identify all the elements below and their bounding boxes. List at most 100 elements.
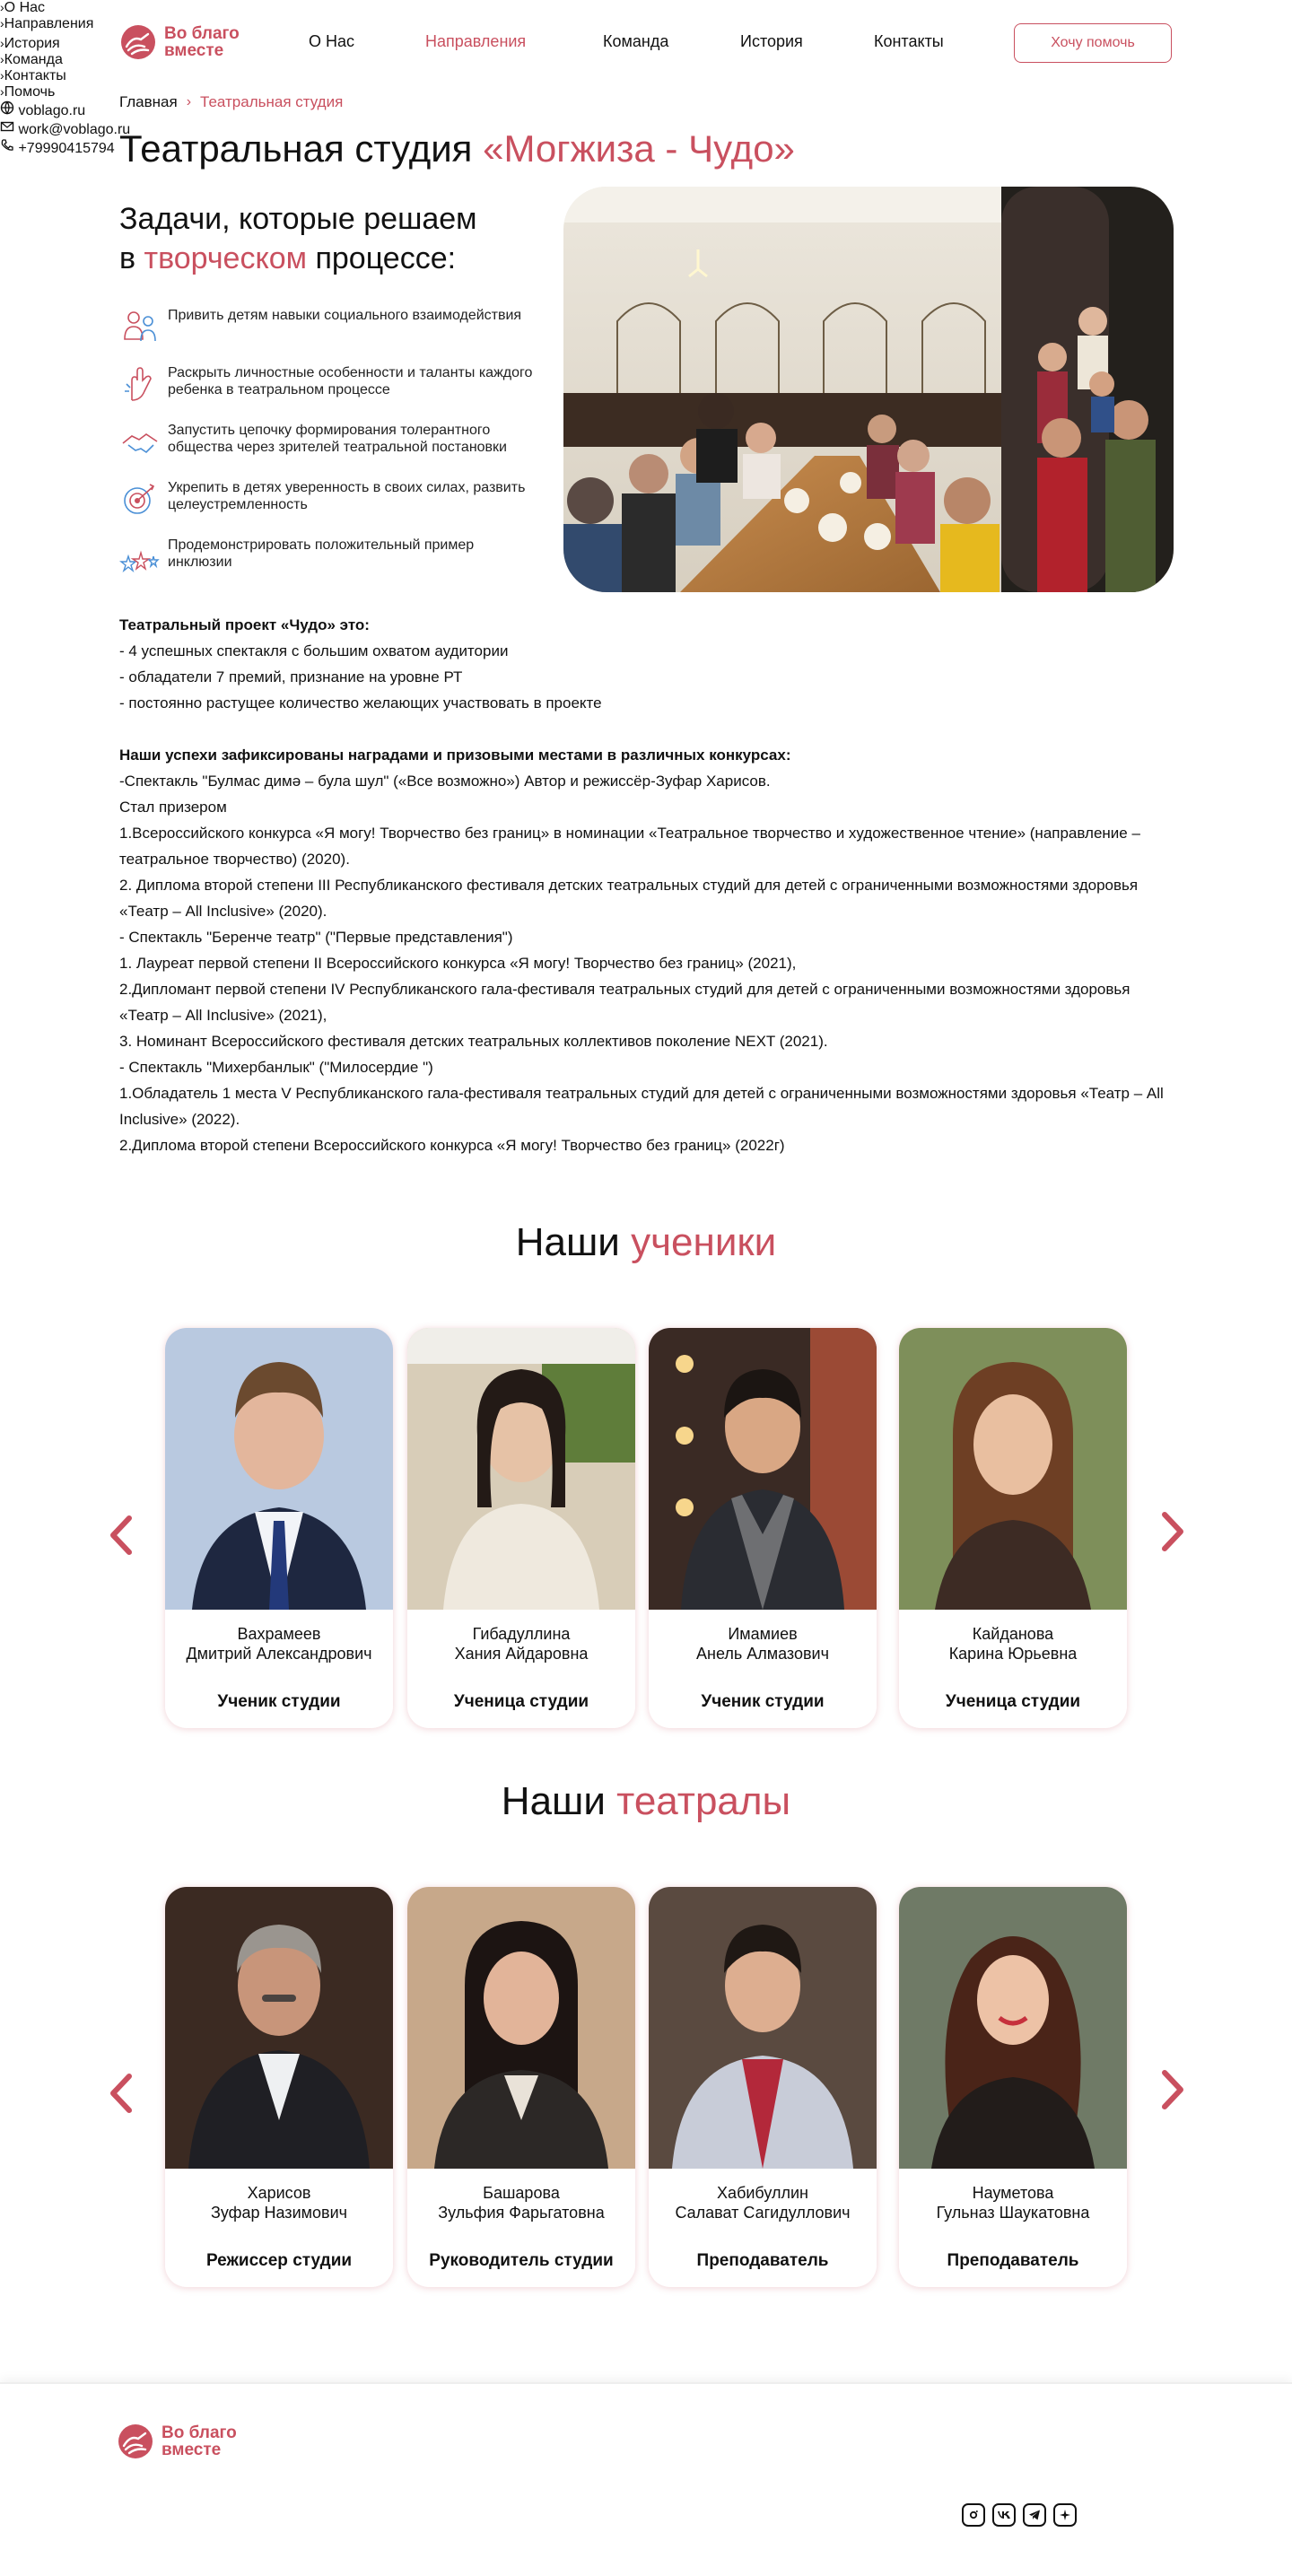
tasks-title-highlight: творческом — [144, 241, 308, 275]
student-card[interactable]: Имамиев Анель Алмазович Ученик студии — [649, 1328, 877, 1728]
award-line: 2. Диплома второй степени III Республика… — [119, 877, 1139, 920]
globe-icon — [0, 100, 14, 115]
student-card[interactable]: Гибадуллина Хания Айдаровна Ученица студ… — [407, 1328, 635, 1728]
handshake-icon — [122, 433, 158, 454]
project-heading: Театральный проект «Чудо» это: — [119, 616, 370, 633]
teacher-photo — [649, 1887, 877, 2169]
student-card[interactable]: Вахрамеев Дмитрий Александрович Ученик с… — [165, 1328, 393, 1728]
student-surname: Кайданова — [972, 1625, 1054, 1643]
teacher-name: Зульфия Фарьгатовна — [438, 2204, 605, 2222]
student-role: Ученица студии — [453, 1692, 589, 1711]
teacher-card[interactable]: Хабибуллин Салават Сагидуллович Преподав… — [649, 1887, 877, 2287]
nav-contacts[interactable]: Контакты — [874, 32, 944, 51]
hand-icon — [125, 367, 152, 401]
task-text: Раскрыть личностные особенности и талант… — [168, 365, 533, 397]
teacher-card[interactable]: Башарова Зульфия Фарьгатовна Руководител… — [407, 1887, 635, 2287]
carousel-prev-arrow-icon[interactable] — [104, 2071, 140, 2116]
award-line: 2.Дипломант первой степени IV Республика… — [119, 981, 1130, 1024]
target-icon — [124, 484, 155, 514]
breadcrumb-home[interactable]: Главная — [119, 93, 178, 111]
award-line: 2.Диплома второй степени Всероссийского … — [119, 1137, 785, 1154]
task-text: Запустить цепочку формирования толерантн… — [168, 423, 507, 455]
hero-photo — [563, 187, 1174, 592]
logo-icon — [121, 25, 155, 59]
student-name: Анель Алмазович — [696, 1645, 829, 1663]
help-button[interactable]: Хочу помочь — [1014, 23, 1172, 63]
task-text: Привить детям навыки социального взаимод… — [168, 308, 522, 323]
logo-line2: вместе — [164, 41, 224, 60]
list-item: Привить детям навыки социального взаимод… — [119, 307, 541, 346]
breadcrumb: Главная › Театральная студия — [119, 93, 343, 111]
main-nav: О Нас Направления Команда История Контак… — [309, 32, 944, 51]
teacher-photo — [407, 1887, 635, 2169]
student-photo — [407, 1328, 635, 1610]
award-line: 1. Лауреат первой степени II Всероссийск… — [119, 955, 797, 972]
teacher-surname: Науметова — [972, 2184, 1054, 2202]
student-role: Ученик студии — [217, 1692, 341, 1711]
tasks-title-pre: в — [119, 241, 144, 275]
students-title-pre: Наши — [515, 1220, 632, 1264]
logo-line1: Во благо — [162, 2423, 237, 2442]
breadcrumb-current: Театральная студия — [200, 93, 344, 110]
teacher-surname: Харисов — [247, 2184, 311, 2202]
task-text: Укрепить в детях уверенность в своих сил… — [168, 480, 526, 512]
social-links — [962, 2503, 1077, 2527]
project-point: - обладатели 7 премий, признание на уров… — [119, 668, 463, 685]
teacher-surname: Башарова — [483, 2184, 560, 2202]
award-line: 3. Номинант Всероссийского фестиваля дет… — [119, 1033, 828, 1050]
nav-about[interactable]: О Нас — [309, 32, 425, 51]
carousel-prev-arrow-icon[interactable] — [104, 1513, 140, 1558]
students-title-highlight: ученики — [631, 1220, 777, 1264]
student-surname: Вахрамеев — [237, 1625, 321, 1643]
student-role: Ученик студии — [701, 1692, 825, 1711]
students-title: Наши ученики — [0, 1220, 1292, 1265]
tasks-title-line1: Задачи, которые решаем — [119, 202, 477, 236]
instagram-icon[interactable] — [962, 2503, 985, 2527]
telegram-icon[interactable] — [1023, 2503, 1046, 2527]
phone-icon — [1, 139, 13, 151]
teachers-title-pre: Наши — [501, 1779, 617, 1823]
teacher-photo — [165, 1887, 393, 2169]
site-header: Во благо вместе О Нас Направления Команд… — [0, 0, 1292, 86]
teacher-photo — [899, 1887, 1127, 2169]
footer-logo[interactable]: Во благо вместе — [117, 2423, 237, 2460]
student-photo — [899, 1328, 1127, 1610]
tasks-title-post: процессе: — [307, 241, 457, 275]
teacher-card[interactable]: Науметова Гульназ Шаукатовна Преподавате… — [899, 1887, 1127, 2287]
student-card[interactable]: Кайданова Карина Юрьевна Ученица студии — [899, 1328, 1127, 1728]
teacher-name: Зуфар Назимович — [211, 2204, 347, 2222]
student-surname: Гибадуллина — [472, 1625, 571, 1643]
plus-icon[interactable] — [1053, 2503, 1077, 2527]
teachers-title: Наши театралы — [0, 1779, 1292, 1824]
list-item: Продемонстрировать положительный пример … — [119, 537, 541, 576]
teacher-card[interactable]: Харисов Зуфар Назимович Режиссер студии — [165, 1887, 393, 2287]
carousel-next-arrow-icon[interactable] — [1154, 1509, 1190, 1554]
site-footer — [0, 2382, 1292, 2576]
teacher-surname: Хабибуллин — [717, 2184, 808, 2202]
teacher-name: Гульназ Шаукатовна — [936, 2204, 1090, 2222]
logo[interactable]: Во благо вместе — [119, 23, 240, 61]
project-point: - 4 успешных спектакля с большим охватом… — [119, 642, 509, 659]
task-text: Продемонстрировать положительный пример … — [168, 537, 475, 570]
student-name: Дмитрий Александрович — [186, 1645, 372, 1663]
carousel-next-arrow-icon[interactable] — [1154, 2067, 1190, 2112]
teacher-role: Преподаватель — [947, 2251, 1079, 2270]
student-role: Ученица студии — [945, 1692, 1081, 1711]
teacher-role: Руководитель студии — [429, 2251, 614, 2270]
nav-history[interactable]: История — [740, 32, 874, 51]
tasks-title: Задачи, которые решаем в творческом проц… — [119, 199, 568, 278]
nav-directions[interactable]: Направления — [425, 32, 603, 51]
student-name: Карина Юрьевна — [948, 1645, 1078, 1663]
award-line: - Спектакль "Беренче театр" ("Первые пре… — [119, 929, 513, 946]
page-title-prefix: Театральная студия — [119, 127, 484, 170]
award-line: - Спектакль "Михербанлык" ("Милосердие "… — [119, 1059, 433, 1076]
project-point: - постоянно растущее количество желающих… — [119, 694, 602, 712]
nav-team[interactable]: Команда — [603, 32, 740, 51]
list-item: Раскрыть личностные особенности и талант… — [119, 364, 541, 404]
student-photo — [649, 1328, 877, 1610]
award-line: Стал призером — [119, 799, 227, 816]
vk-icon[interactable] — [992, 2503, 1016, 2527]
teacher-role: Режиссер студии — [205, 2251, 353, 2270]
mail-icon — [0, 121, 14, 132]
logo-line2: вместе — [162, 2441, 222, 2459]
